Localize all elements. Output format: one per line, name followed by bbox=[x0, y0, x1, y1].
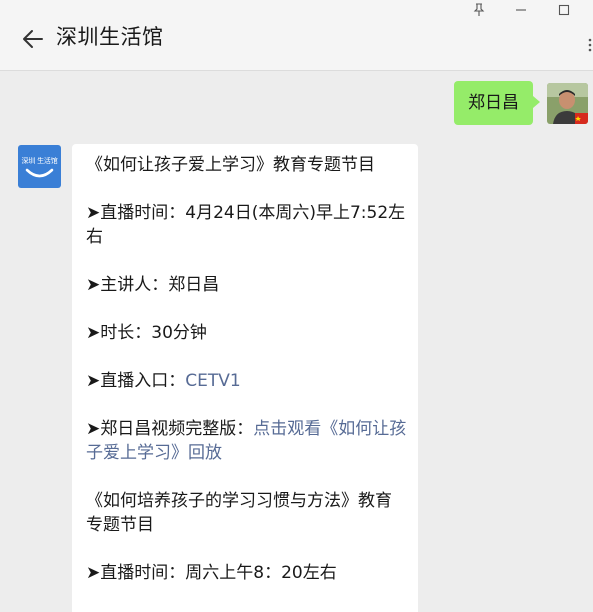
official-account-avatar[interactable]: 深圳 生活馆 bbox=[18, 145, 61, 188]
maximize-icon bbox=[558, 4, 570, 16]
incoming-message-bubble[interactable]: 《如何让孩子爱上学习》教育专题节目 ➤直播时间：4月24日(本周六)早上7:52… bbox=[72, 144, 418, 612]
user-photo bbox=[547, 83, 588, 124]
back-button[interactable] bbox=[18, 24, 48, 54]
replay-line: ➤郑日昌视频完整版：点击观看《如何让孩子爱上学习》回放 bbox=[86, 419, 407, 463]
cetv1-link[interactable]: CETV1 bbox=[185, 371, 240, 391]
more-dots-icon bbox=[588, 38, 592, 52]
maximize-button[interactable] bbox=[554, 2, 574, 18]
minimize-icon bbox=[516, 9, 526, 11]
arrow-left-icon bbox=[23, 30, 43, 48]
broadcast-time-line-2: ➤直播时间：周六上午8：20左右 bbox=[86, 563, 337, 583]
broadcast-time-line: ➤直播时间：4月24日(本周六)早上7:52左右 bbox=[86, 203, 406, 247]
program-title-2: 《如何培养孩子的学习习惯与方法》教育专题节目 bbox=[86, 491, 392, 535]
program-title: 《如何让孩子爱上学习》教育专题节目 bbox=[86, 155, 375, 175]
chat-header: 深圳生活馆 bbox=[0, 0, 593, 71]
chat-title: 深圳生活馆 bbox=[56, 25, 164, 49]
more-button[interactable] bbox=[587, 36, 593, 54]
host-line: ➤主讲人：郑日昌 bbox=[86, 275, 220, 295]
outgoing-message-bubble[interactable]: 郑日昌 bbox=[454, 81, 540, 125]
entry-line: ➤直播入口：CETV1 bbox=[86, 371, 241, 391]
minimize-button[interactable] bbox=[511, 2, 531, 18]
pin-icon bbox=[473, 3, 485, 16]
duration-line: ➤时长：30分钟 bbox=[86, 323, 207, 343]
outgoing-message-text: 郑日昌 bbox=[468, 93, 519, 113]
user-avatar[interactable] bbox=[547, 83, 588, 124]
chat-window: 深圳生活馆 郑日昌 深圳 生活馆 《如何让孩子爱上学习》教育专题节目 ➤直播时间… bbox=[0, 0, 593, 612]
smile-logo-icon bbox=[25, 168, 54, 178]
pin-button[interactable] bbox=[469, 2, 489, 18]
